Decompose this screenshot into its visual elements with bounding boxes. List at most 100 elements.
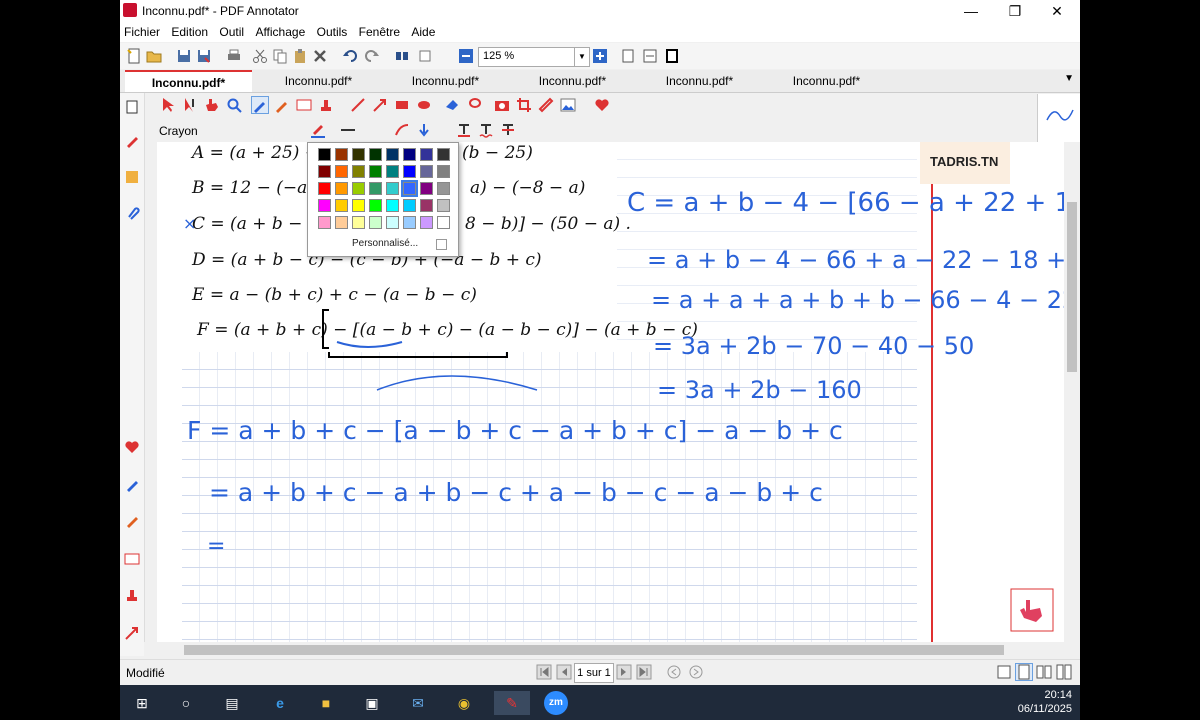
search-icon[interactable]: ○ [174,691,198,715]
highlighter-icon[interactable] [274,97,290,113]
tab-list-chevron-icon[interactable]: ▼ [1064,73,1074,84]
last-page-icon[interactable] [636,664,652,680]
color-swatch[interactable] [335,182,348,195]
smooth-pen-icon[interactable] [394,122,410,138]
open-folder-icon[interactable] [146,48,162,64]
fav-pen-icon[interactable] [124,477,140,493]
menu-outil[interactable]: Outil [215,22,248,42]
lasso-icon[interactable] [466,97,482,113]
copy-icon[interactable] [272,48,288,64]
close-button[interactable]: ✕ [1034,0,1080,22]
color-swatch[interactable] [369,182,382,195]
menu-affichage[interactable]: Affichage [251,22,309,42]
chevron-down-icon[interactable]: ▼ [574,48,589,66]
edge-browser-icon[interactable]: e [268,691,292,715]
fullscreen-icon[interactable] [664,48,680,64]
page-layout-icon[interactable] [418,48,434,64]
favorite-heart-icon[interactable] [124,439,140,455]
custom-color-label[interactable]: Personnalisé... [352,238,418,249]
document-page[interactable]: TADRIS.TN A = (a + 25) + (b − 25) B = 12… [157,142,1064,642]
select-text-icon[interactable] [182,97,198,113]
camera-icon[interactable] [494,97,510,113]
color-swatch[interactable] [403,165,416,178]
minimize-button[interactable]: — [948,0,994,22]
color-swatch[interactable] [352,216,365,229]
text-box-icon[interactable] [296,97,312,113]
save-as-icon[interactable] [196,48,212,64]
color-swatch[interactable] [318,165,331,178]
color-swatch[interactable] [369,165,382,178]
back-icon[interactable] [666,664,682,680]
zoom-out-icon[interactable] [458,48,474,64]
stamp-icon[interactable] [318,97,334,113]
select-arrow-icon[interactable] [160,97,176,113]
tab-document-1[interactable]: Inconnu.pdf* [125,70,252,92]
color-swatch[interactable] [403,216,416,229]
color-swatch[interactable] [352,148,365,161]
store-icon[interactable]: ▣ [360,691,384,715]
new-document-icon[interactable] [126,48,142,64]
rectangle-icon[interactable] [394,97,410,113]
page-indicator[interactable]: 1 sur 1 [574,663,614,683]
favorites-heart-icon[interactable] [594,97,610,113]
cut-icon[interactable] [252,48,268,64]
color-swatch[interactable] [318,216,331,229]
color-swatch[interactable] [318,182,331,195]
vertical-scrollbar[interactable] [1064,142,1080,642]
tab-document-5[interactable]: Inconnu.pdf* [636,70,763,92]
color-swatch[interactable] [369,199,382,212]
notes-icon[interactable] [124,169,140,185]
color-swatch[interactable] [420,182,433,195]
text-strikeout-icon[interactable] [500,122,516,138]
text-squiggly-icon[interactable] [478,122,494,138]
color-swatch[interactable] [335,148,348,161]
color-swatch[interactable] [420,216,433,229]
zoom-tool-icon[interactable] [226,97,242,113]
arrow-icon[interactable] [372,97,388,113]
touch-hand-icon[interactable] [1010,588,1054,632]
mail-icon[interactable]: ✉ [406,691,430,715]
color-swatch[interactable] [352,165,365,178]
undo-icon[interactable] [342,48,358,64]
print-icon[interactable] [226,48,242,64]
horizontal-scroll-thumb[interactable] [184,645,1004,655]
page-icon[interactable] [124,99,140,115]
color-swatch[interactable] [335,165,348,178]
attachment-icon[interactable] [124,205,140,221]
color-swatch[interactable] [335,216,348,229]
eraser-icon[interactable] [444,97,460,113]
pen-icon[interactable] [124,133,140,149]
color-swatch[interactable] [352,199,365,212]
text-underline-icon[interactable] [456,122,472,138]
redo-icon[interactable] [364,48,380,64]
first-page-icon[interactable] [536,664,552,680]
zoom-in-icon[interactable] [592,48,608,64]
color-swatch[interactable] [386,216,399,229]
menu-edition[interactable]: Edition [167,22,212,42]
save-icon[interactable] [176,48,192,64]
fav-stamp-icon[interactable] [124,587,140,603]
task-view-icon[interactable]: ▤ [220,691,244,715]
menu-fichier[interactable]: Fichier [120,22,164,42]
maximize-button[interactable]: ❐ [992,0,1038,22]
two-page-view-icon[interactable] [1036,664,1052,680]
color-swatch[interactable] [437,148,450,161]
tab-document-3[interactable]: Inconnu.pdf* [382,70,509,92]
file-explorer-icon[interactable]: ■ [314,691,338,715]
fav-text-icon[interactable] [124,551,140,567]
color-swatch[interactable] [386,148,399,161]
color-swatch[interactable] [403,182,416,195]
delete-icon[interactable] [312,48,328,64]
forward-icon[interactable] [688,664,704,680]
horizontal-scrollbar[interactable] [144,642,1064,658]
zoom-app-icon[interactable]: zm [544,691,568,715]
color-swatch[interactable] [403,199,416,212]
continuous-view-icon[interactable] [1016,664,1032,680]
ink-stroke-icon[interactable] [1046,108,1074,122]
tab-document-2[interactable]: Inconnu.pdf* [255,70,382,92]
ruler-icon[interactable] [538,97,554,113]
color-swatch[interactable] [386,165,399,178]
system-clock[interactable]: 20:14 06/11/2025 [1018,688,1072,716]
line-width-icon[interactable] [340,122,356,138]
ellipse-icon[interactable] [416,97,432,113]
